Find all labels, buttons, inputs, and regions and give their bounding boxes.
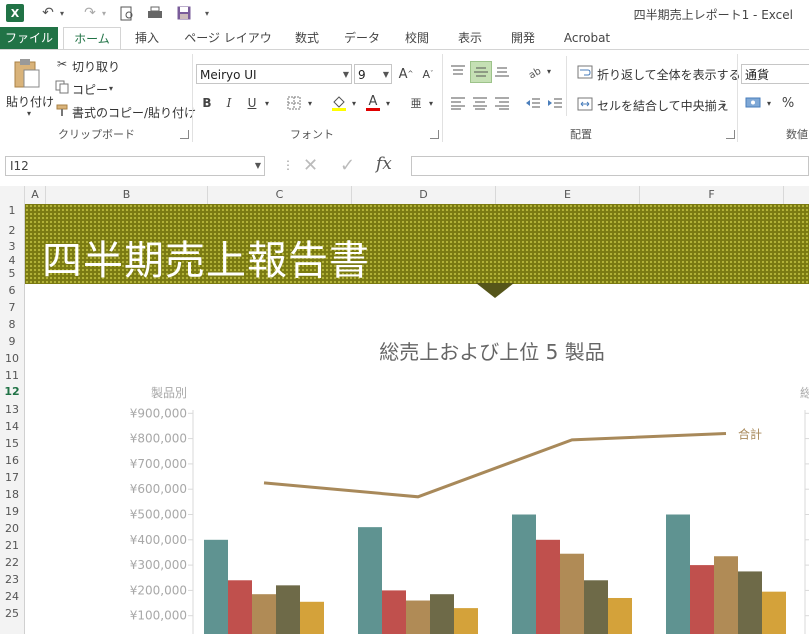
bar[interactable] bbox=[382, 590, 406, 634]
bar[interactable] bbox=[228, 580, 252, 634]
bar[interactable] bbox=[252, 594, 276, 634]
y-tick-label: ¥100,000 bbox=[130, 609, 187, 623]
bar[interactable] bbox=[584, 580, 608, 634]
total-line[interactable] bbox=[263, 432, 727, 499]
y-tick-label: ¥500,000 bbox=[130, 508, 187, 522]
bar[interactable] bbox=[714, 556, 738, 634]
bar[interactable] bbox=[608, 597, 632, 634]
bar[interactable] bbox=[762, 591, 786, 634]
y-tick-label: ¥700,000 bbox=[130, 457, 187, 471]
bar[interactable] bbox=[512, 514, 536, 634]
bar[interactable] bbox=[430, 594, 454, 634]
sales-chart[interactable]: 製品別 総 ¥100,000 ¥200,000 ¥300,000 ¥400,000 ¥500… bbox=[0, 0, 809, 634]
bar[interactable] bbox=[406, 600, 430, 634]
bar[interactable] bbox=[454, 608, 478, 634]
bar[interactable] bbox=[536, 539, 560, 634]
bar[interactable] bbox=[204, 539, 228, 634]
total-line-label: 合計 bbox=[738, 427, 762, 442]
bar[interactable] bbox=[358, 527, 382, 634]
bar[interactable] bbox=[276, 585, 300, 634]
bar[interactable] bbox=[738, 571, 762, 634]
bar[interactable] bbox=[666, 514, 690, 634]
bar[interactable] bbox=[300, 601, 324, 634]
y-tick-label: ¥400,000 bbox=[130, 533, 187, 547]
y-tick-label: ¥800,000 bbox=[130, 432, 187, 446]
y-axis-label: 製品別 bbox=[151, 386, 187, 400]
y-tick-label: ¥600,000 bbox=[130, 482, 187, 496]
y-tick-label: ¥900,000 bbox=[130, 406, 187, 420]
secondary-y-axis-label: 総 bbox=[800, 386, 809, 400]
bar[interactable] bbox=[560, 553, 584, 634]
bar[interactable] bbox=[690, 565, 714, 634]
y-tick-label: ¥300,000 bbox=[130, 558, 187, 572]
y-tick-label: ¥200,000 bbox=[130, 583, 187, 597]
